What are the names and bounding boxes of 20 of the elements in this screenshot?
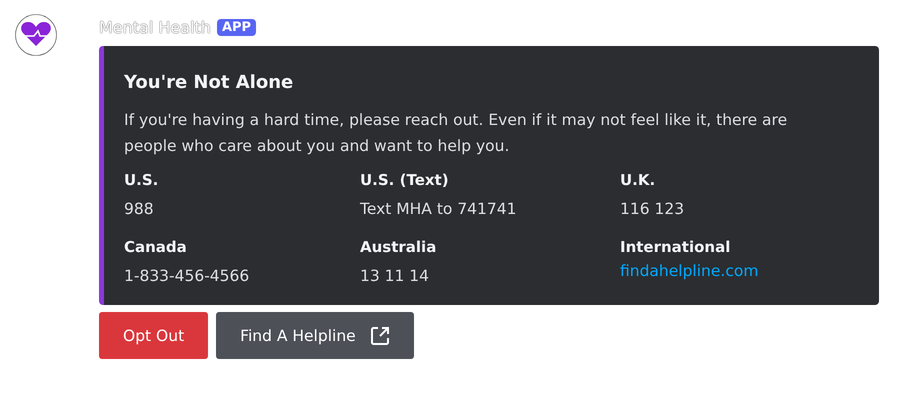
app-badge: APP (216, 18, 256, 36)
field-name: U.S. (Text) (360, 170, 450, 191)
helpline-button[interactable]: Find A Helpline (216, 312, 414, 359)
field-value: 13 11 14 (360, 266, 430, 287)
field-value: 988 (124, 199, 155, 220)
field-value: 1-833-456-4566 (124, 266, 250, 287)
field-link[interactable]: findahelpline.com (620, 262, 758, 280)
avatar-icon (15, 14, 57, 56)
field-name: U.S. (124, 170, 160, 191)
external-link-icon (370, 326, 390, 346)
embed-description: If you're having a hard time, please reach out. Even if it may not feel like it, there are people who care about you and want to help you. (124, 110, 788, 157)
field-name: U.K. (620, 170, 656, 191)
field-name: Canada (124, 237, 188, 258)
field-value: 116 123 (620, 199, 686, 220)
field-value: Text MHA to 741741 (360, 199, 518, 220)
embed-title: You're Not Alone (124, 72, 294, 93)
opt-out-button[interactable]: Opt Out (99, 312, 208, 359)
field-name: International (620, 237, 732, 258)
field-name: Australia (360, 237, 438, 258)
username[interactable]: Mental Health (99, 18, 211, 36)
